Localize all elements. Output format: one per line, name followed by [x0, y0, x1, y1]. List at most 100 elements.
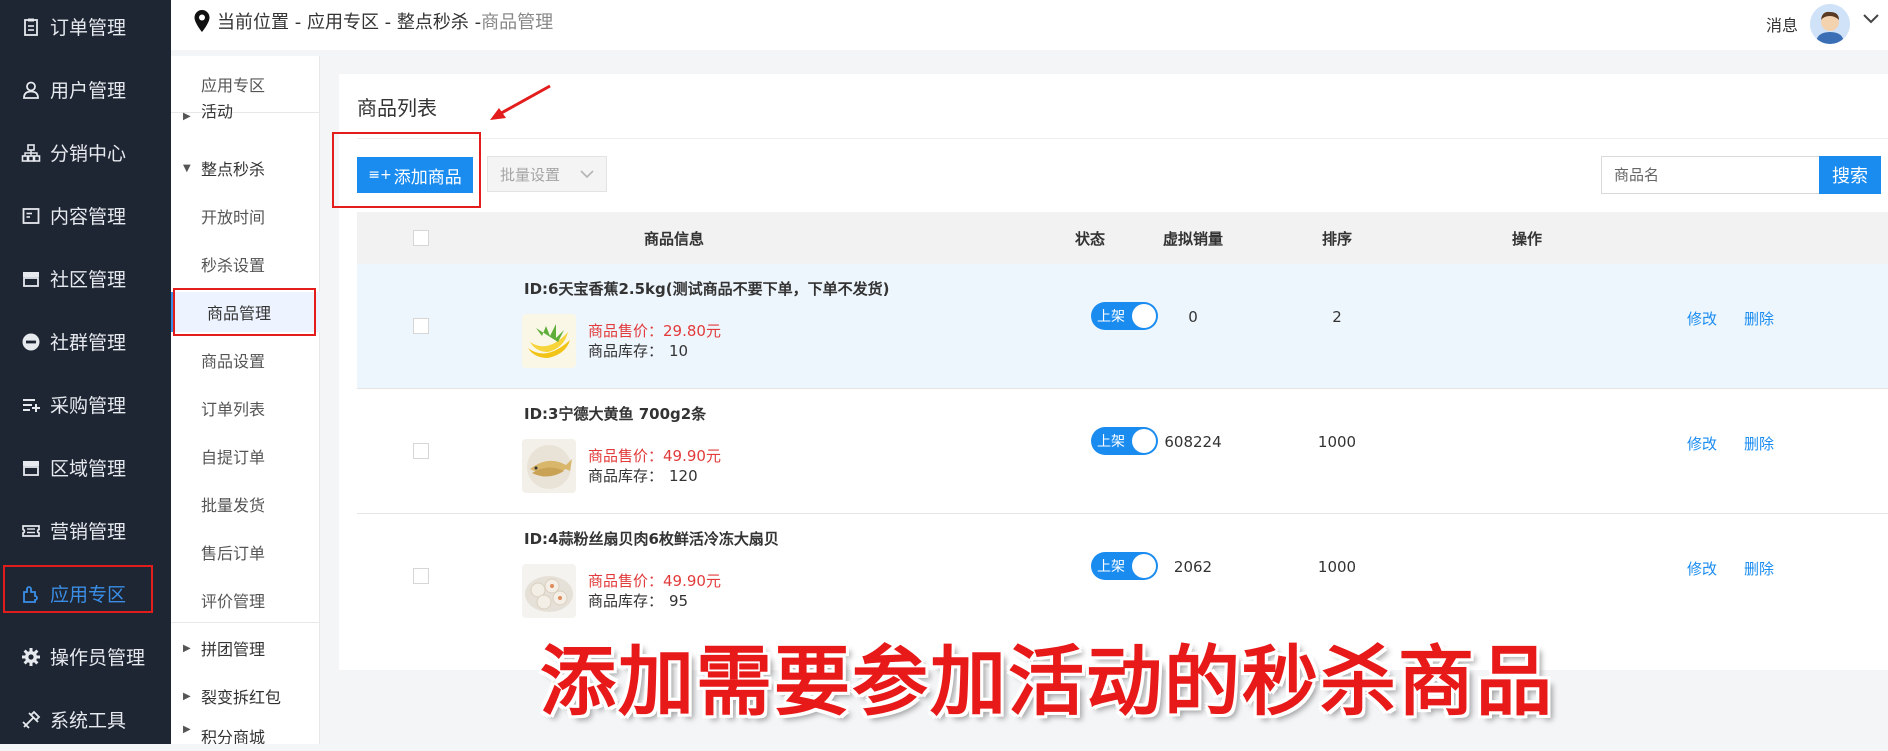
stock-value: 10: [669, 342, 689, 360]
edit-link[interactable]: 修改: [1687, 433, 1717, 454]
subnav-group-red-packet[interactable]: ▶ 裂变拆红包: [171, 676, 320, 716]
gear-icon: [20, 646, 42, 668]
chevron-down-icon: [580, 170, 594, 179]
stock-label: 商品库存：: [588, 342, 664, 360]
sidebar-item-label: 操作员管理: [50, 647, 146, 669]
row-checkbox[interactable]: [413, 568, 429, 584]
subnav-group-label: 活动: [201, 104, 234, 121]
sidebar-item-label: 社区管理: [50, 269, 127, 291]
subnav-item-product-management[interactable]: 商品管理: [171, 288, 320, 336]
sub-navigation: 应用专区 ▶ 活动 ▼ 整点秒杀 开放时间 秒杀设置 商品管理 商品设置 订单列…: [171, 56, 320, 744]
subnav-title-label: 应用专区: [201, 76, 266, 95]
avatar[interactable]: [1810, 4, 1850, 44]
subnav-group-label: 拼团管理: [201, 640, 266, 659]
batch-settings-label: 批量设置: [500, 165, 561, 184]
delete-link[interactable]: 删除: [1744, 308, 1774, 329]
subnav-item-after-sales[interactable]: 售后订单: [171, 532, 320, 572]
subnav-group-seckill[interactable]: ▼ 整点秒杀: [171, 148, 320, 188]
subnav-item-pickup-orders[interactable]: 自提订单: [171, 436, 320, 476]
sidebar-item-content[interactable]: 内容管理: [0, 184, 171, 247]
top-bar: 当前位置 - 应用专区 - 整点秒杀 - 商品管理 消息: [171, 0, 1888, 50]
subnav-item-label: 批量发货: [201, 496, 266, 515]
sort-order: 2: [1332, 308, 1342, 326]
product-price: 商品售价：49.90元: [588, 570, 721, 591]
location-pin-icon: [194, 10, 210, 32]
avatar-image: [1810, 4, 1850, 44]
table-header: 商品信息 状态 虚拟销量 排序 操作: [357, 212, 1888, 264]
sidebar-item-system-tools[interactable]: 系统工具: [0, 688, 171, 751]
search-button[interactable]: 搜索: [1819, 156, 1881, 194]
status-label: 上架: [1097, 434, 1125, 450]
search-input[interactable]: [1601, 156, 1823, 194]
sidebar-item-label: 用户管理: [50, 80, 127, 102]
subnav-title[interactable]: 应用专区: [171, 64, 320, 104]
sidebar-item-users[interactable]: 用户管理: [0, 58, 171, 121]
sidebar-item-orders[interactable]: 订单管理: [0, 0, 171, 58]
subnav-item-bulk-ship[interactable]: 批量发货: [171, 484, 320, 524]
subnav-group-label: 裂变拆红包: [201, 688, 282, 707]
main-sidebar: 订单管理 用户管理 分销中心 内容管理 社区管理 社群管理 采购管理 区域管理 …: [0, 0, 171, 744]
subnav-group-points-mall[interactable]: ▶ 积分商城: [171, 724, 320, 744]
caret-right-icon: ▶: [183, 690, 191, 702]
sidebar-item-label: 社群管理: [50, 332, 127, 354]
product-stock: 商品库存： 120: [588, 465, 698, 486]
sidebar-item-community[interactable]: 社区管理: [0, 247, 171, 310]
edit-link[interactable]: 修改: [1687, 308, 1717, 329]
sidebar-item-distribution[interactable]: 分销中心: [0, 121, 171, 184]
select-all-checkbox[interactable]: [413, 230, 429, 246]
delete-link[interactable]: 删除: [1744, 433, 1774, 454]
ticket-icon: [20, 520, 42, 542]
sidebar-item-groups[interactable]: 社群管理: [0, 310, 171, 373]
subnav-item-seckill-settings[interactable]: 秒杀设置: [171, 244, 320, 284]
column-header: 商品信息: [643, 229, 704, 248]
subnav-item-order-list[interactable]: 订单列表: [171, 388, 320, 428]
sidebar-item-purchase[interactable]: 采购管理: [0, 373, 171, 436]
breadcrumb-current: 商品管理: [481, 12, 554, 33]
status-label: 上架: [1097, 559, 1125, 575]
delete-link[interactable]: 删除: [1744, 558, 1774, 579]
subnav-item-open-time[interactable]: 开放时间: [171, 196, 320, 236]
add-product-button[interactable]: ≡+ 添加商品: [357, 157, 473, 193]
sidebar-item-label: 分销中心: [50, 143, 127, 165]
row-checkbox[interactable]: [413, 318, 429, 334]
batch-settings-select[interactable]: 批量设置: [487, 156, 607, 192]
sidebar-item-marketing[interactable]: 营销管理: [0, 499, 171, 562]
row-checkbox[interactable]: [413, 443, 429, 459]
stock-value: 95: [669, 592, 689, 610]
store-icon: [20, 268, 42, 290]
price-value: 49.90元: [663, 447, 721, 465]
subnav-item-label: 商品管理: [207, 304, 272, 323]
caret-down-icon: ▼: [183, 162, 191, 174]
price-value: 49.90元: [663, 572, 721, 590]
chevron-down-icon[interactable]: [1862, 12, 1880, 26]
list-add-icon: [20, 394, 42, 416]
product-title: ID:6天宝香蕉2.5kg(测试商品不要下单，下单不发货): [524, 280, 890, 298]
product-stock: 商品库存： 95: [588, 590, 688, 611]
tools-icon: [20, 709, 42, 731]
table-row: ID:6天宝香蕉2.5kg(测试商品不要下单，下单不发货) 商品售价：29.80…: [357, 264, 1888, 389]
virtual-sales: 608224: [1164, 433, 1222, 451]
sidebar-item-app-zone[interactable]: 应用专区: [0, 562, 171, 625]
subnav-item-label: 评价管理: [201, 592, 266, 611]
tutorial-caption: 添加需要参加活动的秒杀商品: [540, 637, 1554, 726]
subnav-group-label: 积分商城: [201, 728, 266, 744]
minus-circle-icon: [20, 331, 42, 353]
subnav-item-reviews[interactable]: 评价管理: [171, 580, 320, 620]
product-stock: 商品库存： 10: [588, 340, 688, 361]
messages-link[interactable]: 消息: [1766, 12, 1798, 36]
sidebar-item-label: 系统工具: [50, 710, 127, 732]
subnav-group-activity[interactable]: ▶ 活动: [171, 104, 320, 128]
price-value: 29.80元: [663, 322, 721, 340]
caret-right-icon: ▶: [183, 642, 191, 654]
sidebar-item-region[interactable]: 区域管理: [0, 436, 171, 499]
sidebar-item-label: 订单管理: [50, 17, 127, 39]
virtual-sales: 2062: [1173, 558, 1213, 576]
subnav-item-product-settings[interactable]: 商品设置: [171, 340, 320, 380]
subnav-group-pintuan[interactable]: ▶ 拼团管理: [171, 628, 320, 668]
product-image-scallop: [522, 564, 576, 618]
column-header: 排序: [1321, 229, 1352, 248]
edit-link[interactable]: 修改: [1687, 558, 1717, 579]
clipboard-icon: [20, 16, 42, 38]
stock-value: 120: [669, 467, 698, 485]
sidebar-item-operators[interactable]: 操作员管理: [0, 625, 171, 688]
